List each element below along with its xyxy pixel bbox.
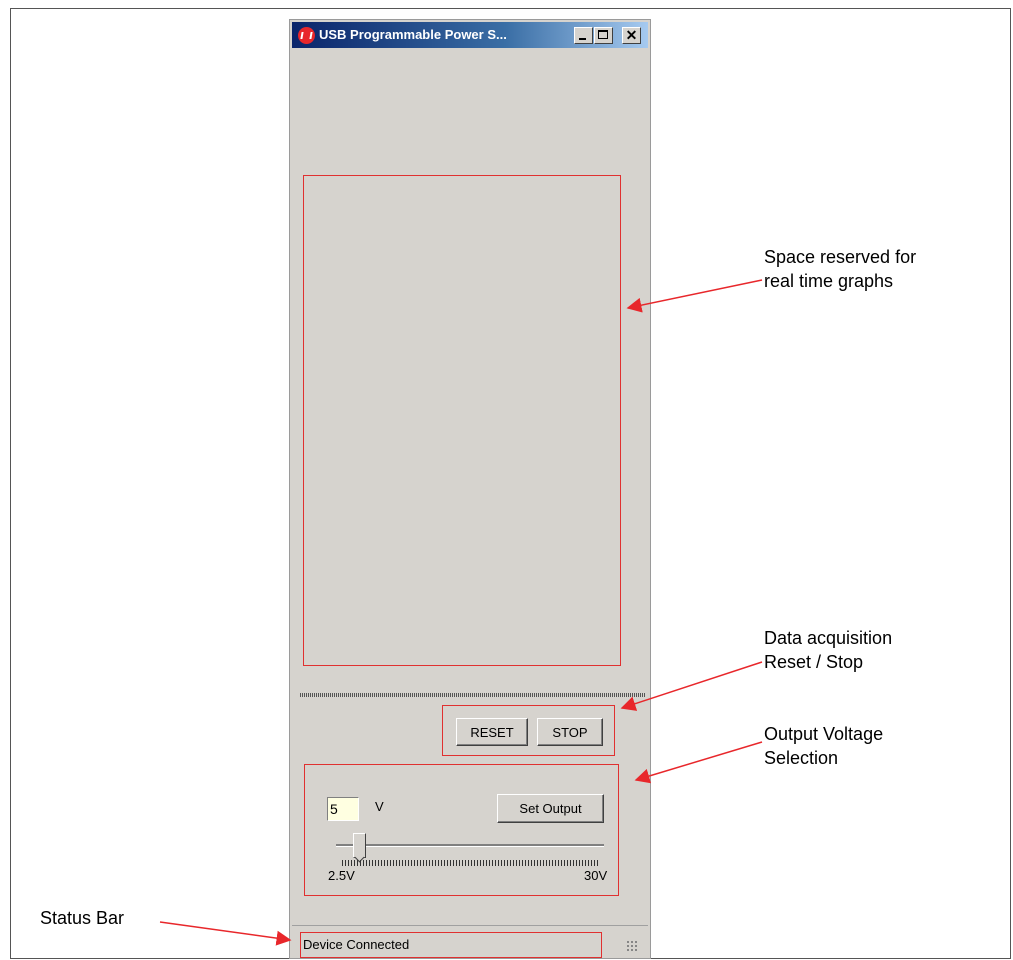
minimize-button[interactable] bbox=[574, 27, 593, 44]
close-button[interactable]: ✕ bbox=[622, 27, 641, 44]
voltage-input[interactable]: 5 bbox=[327, 797, 359, 821]
annotation-output-line2: Selection bbox=[764, 748, 839, 768]
annotation-status: Status Bar bbox=[40, 908, 125, 928]
voltage-unit-label: V bbox=[375, 799, 384, 814]
microchip-logo-icon bbox=[298, 27, 315, 44]
app-window: USB Programmable Power S... ✕ RESET STOP… bbox=[289, 19, 651, 959]
status-text: Device Connected bbox=[300, 932, 602, 958]
maximize-button[interactable] bbox=[594, 27, 613, 44]
annotation-graphs-line2: real time graphs bbox=[764, 271, 894, 291]
maximize-icon bbox=[598, 30, 608, 39]
close-icon: ✕ bbox=[625, 27, 638, 43]
voltage-slider-track[interactable] bbox=[336, 844, 604, 847]
window-title: USB Programmable Power S... bbox=[319, 27, 507, 42]
annotation-daq: Data acquisition Reset / Stop bbox=[764, 626, 892, 674]
annotation-graphs: Space reserved for real time graphs bbox=[764, 245, 916, 293]
annotation-output-line1: Output Voltage bbox=[764, 724, 884, 744]
annotation-graphs-line1: Space reserved for bbox=[764, 247, 917, 267]
set-output-button[interactable]: Set Output bbox=[497, 794, 604, 823]
minimize-icon bbox=[579, 38, 586, 40]
annotation-output: Output Voltage Selection bbox=[764, 722, 883, 770]
annotation-daq-line1: Data acquisition bbox=[764, 628, 893, 648]
slider-min-label: 2.5V bbox=[328, 868, 355, 883]
graph-area bbox=[303, 175, 621, 666]
resize-grip-icon[interactable] bbox=[626, 940, 638, 952]
title-bar[interactable]: USB Programmable Power S... ✕ bbox=[292, 22, 648, 48]
voltage-slider-thumb[interactable] bbox=[353, 833, 366, 858]
splitter[interactable] bbox=[300, 693, 646, 697]
reset-button[interactable]: RESET bbox=[456, 718, 528, 746]
stop-button[interactable]: STOP bbox=[537, 718, 603, 746]
annotation-daq-line2: Reset / Stop bbox=[764, 652, 864, 672]
slider-ticks bbox=[342, 860, 599, 866]
slider-max-label: 30V bbox=[584, 868, 608, 883]
